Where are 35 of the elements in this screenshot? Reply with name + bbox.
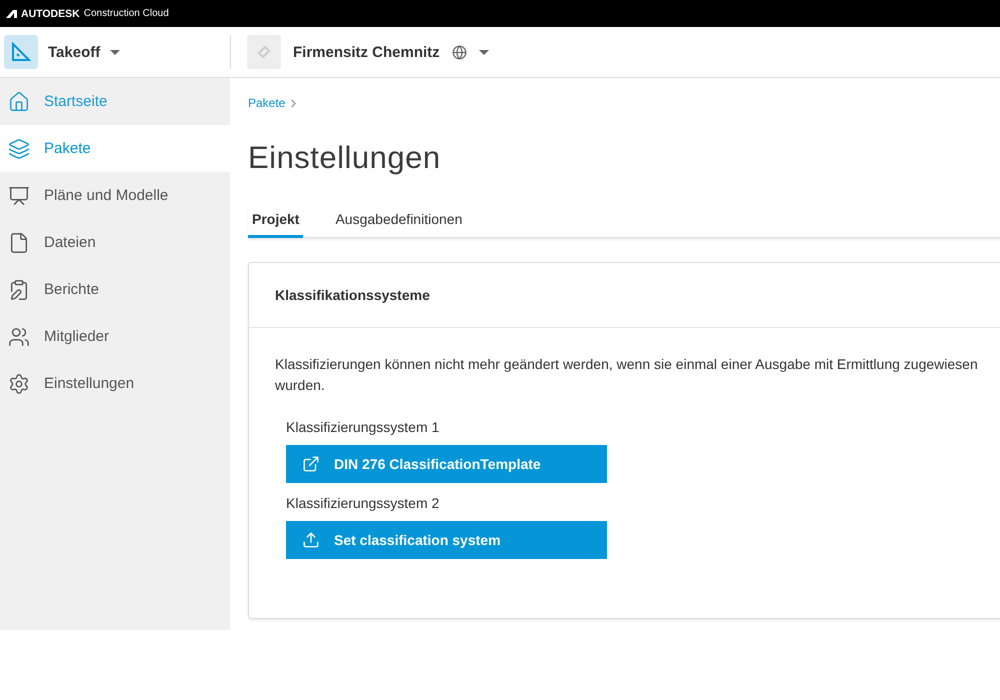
sidebar-item[interactable]: Dateien — [0, 219, 230, 266]
brand-logo-text: AUTODESK — [21, 8, 80, 20]
files-icon — [8, 232, 30, 254]
sidebar-item[interactable]: Einstellungen — [0, 360, 230, 407]
sidebar-item[interactable]: Pläne und Modelle — [0, 172, 230, 219]
classification-button[interactable]: Set classification system — [286, 521, 607, 559]
ruler-icon — [4, 35, 38, 69]
sidebar-item[interactable]: Pakete — [0, 125, 230, 172]
globe-icon — [452, 44, 467, 60]
members-icon — [8, 326, 30, 348]
tab[interactable]: Ausgabedefinitionen — [331, 205, 466, 238]
settings-icon — [8, 372, 30, 394]
upload-icon — [302, 531, 320, 549]
product-name: Construction Cloud — [84, 8, 169, 19]
card-title: Klassifikationssysteme — [249, 263, 1000, 328]
project-thumbnail — [247, 35, 281, 69]
breadcrumb-link[interactable]: Pakete — [248, 96, 286, 110]
logo-icon — [6, 10, 17, 18]
home-icon — [8, 90, 30, 112]
field-label: Klassifizierungssystem 1 — [286, 419, 440, 435]
packages-icon — [8, 138, 30, 160]
info-text: Klassifizierungen können nicht mehr geändert werden, wenn sie einmal einer Ausgabe mit Ermittlung zugewiesen wurden. — [275, 355, 979, 395]
page-title: Einstellungen — [248, 140, 442, 176]
caret-icon — [110, 50, 120, 54]
tab[interactable]: Projekt — [248, 205, 304, 238]
plans-icon — [8, 184, 30, 206]
app-selector[interactable]: Takeoff — [0, 35, 230, 69]
field-label: Klassifizierungssystem 2 — [286, 495, 440, 511]
project-selector[interactable]: Firmensitz Chemnitz — [231, 35, 489, 69]
caret-icon — [478, 50, 489, 54]
reports-icon — [8, 278, 30, 300]
sidebar-item[interactable]: Mitglieder — [0, 313, 230, 360]
external-link-icon — [302, 455, 320, 473]
classification-button[interactable]: DIN 276 ClassificationTemplate — [286, 445, 607, 483]
sidebar-item[interactable]: Berichte — [0, 266, 230, 313]
